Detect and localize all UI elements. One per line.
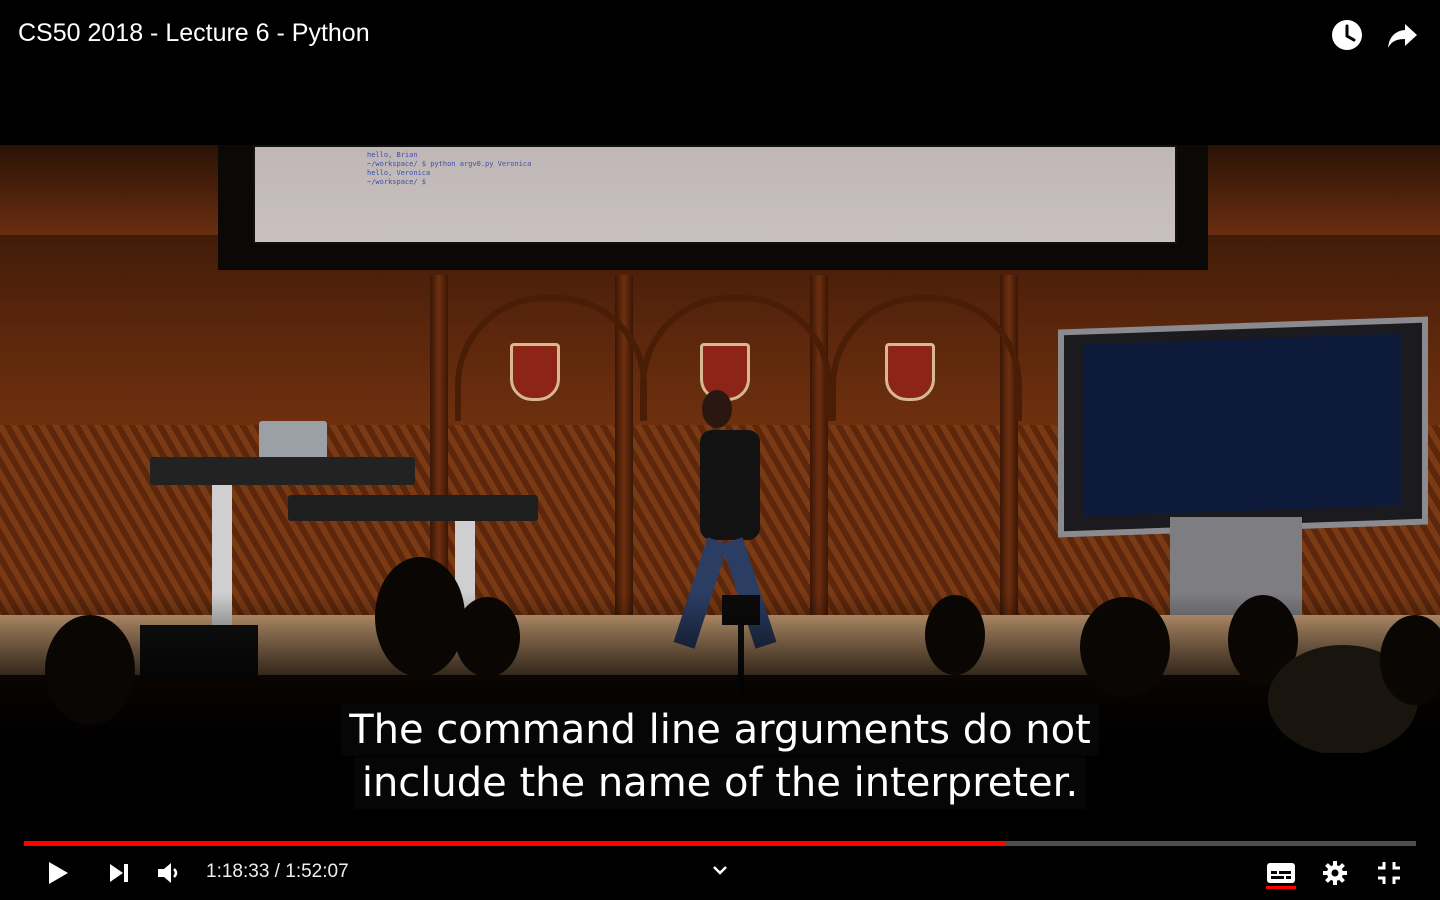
- video-title[interactable]: CS50 2018 - Lecture 6 - Python: [18, 19, 370, 48]
- captions: The command line arguments do not includ…: [0, 704, 1440, 810]
- settings-button[interactable]: [1315, 853, 1355, 893]
- chapter-chevron-button[interactable]: [700, 850, 740, 890]
- projector-screen: hello, Brian ~/workspace/ $ python argv0…: [253, 145, 1177, 244]
- crest-emblem: [885, 343, 935, 401]
- share-icon[interactable]: [1385, 18, 1419, 52]
- crest-emblem: [510, 343, 560, 401]
- watch-later-icon[interactable]: [1330, 18, 1364, 52]
- screen-code-line: ~/workspace/ $ python argv0.py Veronica: [367, 160, 532, 168]
- caption-line: The command line arguments do not: [341, 704, 1099, 756]
- next-button[interactable]: [99, 853, 139, 893]
- subtitles-active-indicator: [1266, 886, 1296, 889]
- chevron-down-icon: [713, 866, 727, 875]
- duration: 1:52:07: [285, 861, 349, 882]
- progress-played: [24, 841, 1006, 846]
- subtitles-icon: [1267, 863, 1295, 883]
- laptop: [259, 421, 327, 459]
- caption-line: include the name of the interpreter.: [353, 757, 1087, 809]
- progress-bar[interactable]: [24, 841, 1416, 846]
- volume-button[interactable]: [149, 853, 189, 893]
- time-separator: /: [269, 861, 286, 882]
- volume-icon: [158, 863, 178, 883]
- desk: [150, 457, 415, 485]
- desk: [288, 495, 538, 521]
- code-monitor: [1058, 316, 1428, 538]
- time-display: 1:18:33 / 1:52:07: [206, 861, 349, 883]
- skip-next-icon: [110, 864, 128, 882]
- play-button[interactable]: [38, 853, 78, 893]
- exit-fullscreen-button[interactable]: [1369, 853, 1409, 893]
- exit-fullscreen-icon: [1378, 862, 1400, 884]
- video-frame[interactable]: hello, Brian ~/workspace/ $ python argv0…: [0, 145, 1440, 753]
- play-icon: [49, 862, 68, 884]
- current-time: 1:18:33: [206, 861, 270, 882]
- screen-code-line: ~/workspace/ $: [367, 178, 427, 186]
- screen-code-line: hello, Veronica: [367, 169, 431, 177]
- screen-code-line: hello, Brian: [367, 151, 418, 159]
- gear-icon: [1323, 861, 1347, 885]
